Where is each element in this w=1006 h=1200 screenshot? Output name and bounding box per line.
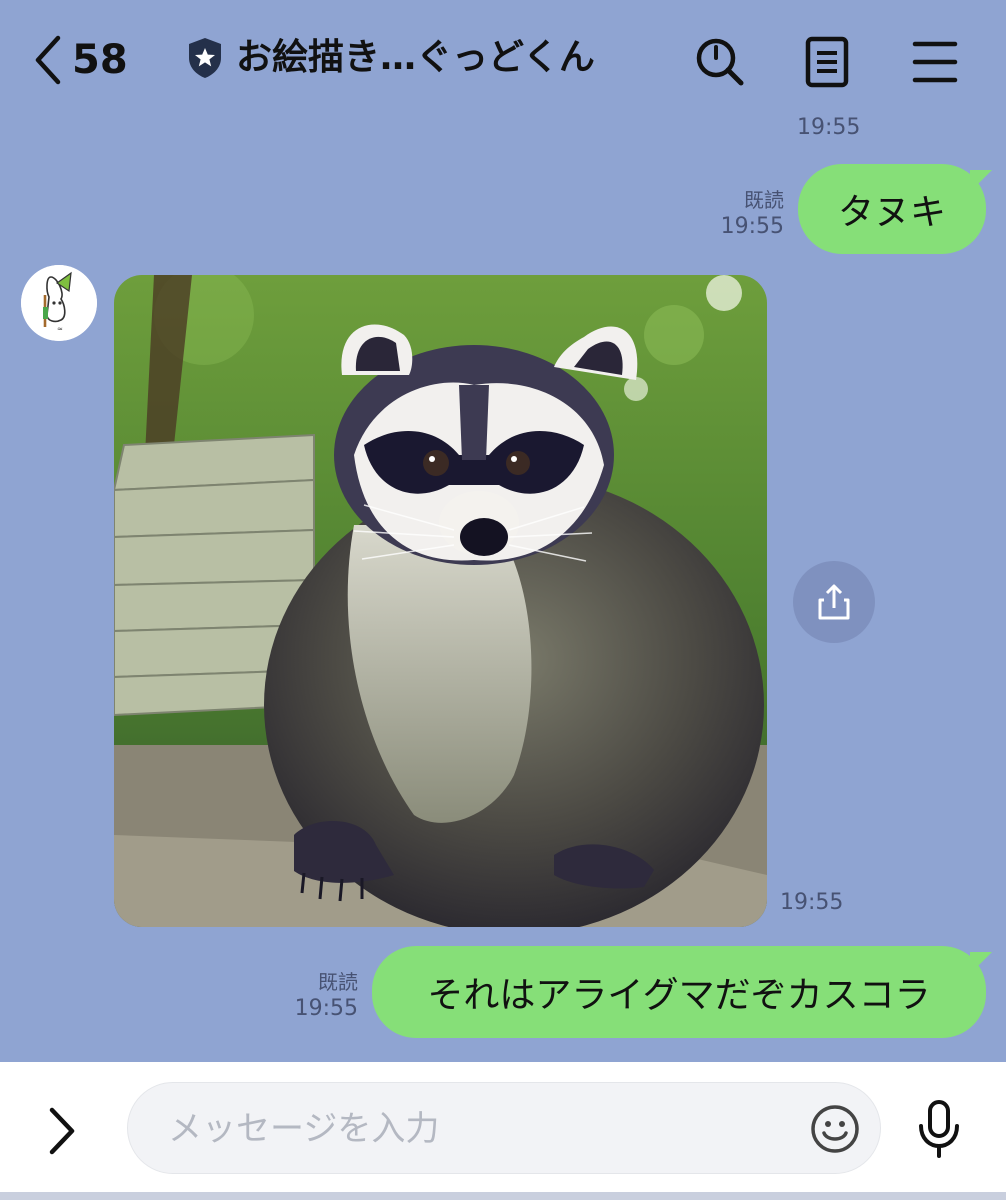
chat-title: お絵描き…ぐっどくん — [236, 37, 595, 78]
chat-header: 58 お絵描き…ぐっどくん — [0, 0, 1006, 120]
avatar-icon: ≈ — [21, 265, 97, 341]
chevron-left-icon — [35, 35, 61, 85]
message-meta: 既読 19:55 — [270, 970, 358, 1023]
note-icon[interactable] — [804, 36, 850, 88]
chat-title-area[interactable]: お絵描き…ぐっどくん — [186, 36, 595, 80]
raccoon-image — [114, 275, 767, 927]
shield-star-icon — [189, 38, 221, 78]
search-icon[interactable] — [694, 36, 746, 88]
chevron-right-icon[interactable] — [44, 1106, 80, 1156]
message-text: タヌキ — [837, 192, 946, 233]
message-input-container — [127, 1082, 881, 1174]
back-button[interactable]: 58 — [30, 34, 128, 86]
message-input[interactable] — [166, 1101, 790, 1157]
unread-count: 58 — [72, 37, 128, 83]
bubble-tail — [970, 170, 992, 192]
message-timestamp: 19:55 — [797, 115, 861, 140]
message-timestamp: 19:55 — [780, 890, 844, 915]
svg-text:≈: ≈ — [57, 325, 63, 333]
bottom-divider — [0, 1192, 1006, 1200]
message-time: 19:55 — [294, 996, 358, 1021]
message-text: それはアライグマだぞカスコラ — [427, 975, 931, 1016]
outgoing-message-bubble[interactable]: タヌキ — [798, 164, 992, 254]
avatar[interactable]: ≈ — [21, 265, 97, 341]
read-receipt: 既読 — [318, 970, 358, 994]
message-input-bar — [0, 1062, 1006, 1200]
message-time: 19:55 — [720, 214, 784, 239]
share-icon — [818, 584, 850, 620]
message-meta: 既読 19:55 — [700, 188, 784, 241]
bubble-tail — [970, 952, 992, 974]
menu-icon[interactable] — [912, 40, 958, 84]
share-button[interactable] — [793, 561, 875, 643]
read-receipt: 既読 — [744, 188, 784, 212]
raccoon-photo[interactable] — [114, 275, 767, 927]
mic-icon[interactable] — [916, 1100, 962, 1158]
emoji-icon[interactable] — [809, 1103, 861, 1155]
outgoing-message-bubble[interactable]: それはアライグマだぞカスコラ — [372, 946, 992, 1038]
